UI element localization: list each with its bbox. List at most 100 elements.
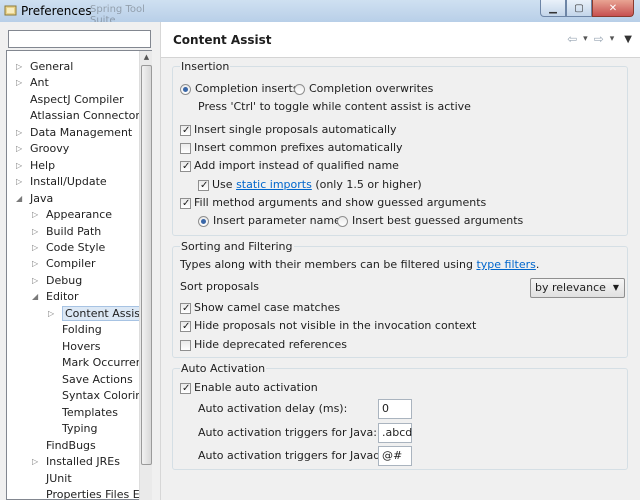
completion-overwrites-radio[interactable]: Completion overwrites	[294, 81, 433, 97]
close-button[interactable]: ✕	[592, 0, 634, 17]
chevron-down-icon: ▼	[612, 283, 619, 292]
insert-single-checkbox[interactable]: Insert single proposals automatically	[180, 122, 397, 139]
tree-scrollbar[interactable]: ▲	[139, 51, 152, 500]
tree-item[interactable]: AspectJ Compiler	[17, 92, 124, 108]
tree-item[interactable]: Folding	[49, 322, 102, 338]
tree-item[interactable]: Properties Files Edi	[32, 487, 150, 499]
minimize-button[interactable]: ▁	[540, 0, 566, 17]
checkbox-checked[interactable]	[180, 196, 191, 212]
expand-arrow-icon[interactable]: ▷	[32, 454, 40, 470]
tree-item[interactable]: Templates	[49, 405, 118, 421]
completion-inserts-radio[interactable]: Completion inserts	[180, 81, 299, 97]
checkbox-checked[interactable]	[180, 381, 191, 397]
maximize-icon: ▢	[574, 2, 584, 14]
scroll-thumb[interactable]	[141, 65, 152, 465]
back-arrow-icon[interactable]: ⇦	[567, 32, 577, 46]
forward-menu-icon[interactable]: ▾	[610, 34, 615, 44]
tree-item[interactable]: ▷ General	[16, 59, 73, 75]
insert-common-checkbox[interactable]: Insert common prefixes automatically	[180, 140, 403, 156]
forward-arrow-icon[interactable]: ⇨	[594, 32, 604, 46]
tree-item[interactable]: ▷ Content Assist	[48, 306, 148, 322]
collapse-arrow-icon[interactable]: ◢	[16, 191, 24, 207]
javadoc-triggers-field[interactable]: @#	[378, 446, 412, 466]
tree-item[interactable]: ▷ Compiler	[32, 256, 96, 272]
tree-item[interactable]: ▷ Help	[16, 158, 56, 174]
checkbox-checked[interactable]	[180, 319, 191, 335]
tree-item[interactable]: FindBugs	[33, 438, 96, 454]
fill-method-checkbox[interactable]: Fill method arguments and show guessed a…	[180, 195, 486, 212]
camel-case-checkbox[interactable]: Show camel case matches	[180, 300, 340, 317]
tree-item-label: Folding	[62, 323, 102, 336]
expand-arrow-icon[interactable]: ▷	[16, 75, 24, 91]
view-menu-icon[interactable]: ▼	[624, 34, 632, 45]
expand-arrow-icon[interactable]: ▷	[48, 306, 56, 322]
expand-arrow-icon[interactable]: ▷	[16, 125, 24, 141]
tree-item[interactable]: Atlassian Connector	[17, 108, 140, 124]
tree-item[interactable]: ▷ Code Style	[32, 240, 105, 256]
tree-item[interactable]: Mark Occurrenc	[49, 355, 149, 371]
tree-item[interactable]: ▷ Ant	[16, 75, 49, 91]
checkbox-unchecked[interactable]	[180, 142, 191, 154]
sorting-title: Sorting and Filtering	[180, 240, 294, 253]
tree-item[interactable]: ▷ Appearance	[32, 207, 113, 223]
checkbox-checked[interactable]	[180, 301, 191, 317]
tree-item-label: Help	[30, 159, 56, 172]
tree-item[interactable]: Syntax Coloring	[49, 388, 149, 404]
tree-item[interactable]: Save Actions	[49, 372, 133, 388]
tree-item[interactable]: ◢ Java	[16, 191, 53, 207]
collapse-arrow-icon[interactable]: ◢	[32, 289, 40, 305]
insert-best-guessed-radio[interactable]: Insert best guessed arguments	[337, 213, 523, 229]
radio-selected[interactable]	[198, 215, 209, 227]
tree-item-label: Ant	[30, 76, 49, 89]
expand-arrow-icon[interactable]: ▷	[16, 141, 24, 157]
tree-item[interactable]: ▷ Installed JREs	[32, 454, 120, 470]
type-filters-link[interactable]: type filters	[476, 257, 535, 273]
insert-param-names-radio[interactable]: Insert parameter names	[198, 213, 347, 229]
tree-item-label: Appearance	[46, 208, 113, 221]
insertion-title: Insertion	[180, 60, 231, 73]
tree-item[interactable]: ▷ Install/Update	[16, 174, 107, 190]
hide-not-visible-checkbox[interactable]: Hide proposals not visible in the invoca…	[180, 318, 476, 335]
expand-arrow-icon[interactable]: ▷	[32, 207, 40, 223]
enable-auto-activation-checkbox[interactable]: Enable auto activation	[180, 380, 318, 397]
expand-arrow-icon[interactable]: ▷	[32, 273, 40, 289]
add-import-checkbox[interactable]: Add import instead of qualified name	[180, 158, 399, 175]
scroll-up-icon[interactable]: ▲	[140, 51, 153, 64]
eclipse-icon	[4, 5, 17, 16]
tree-item[interactable]: Hovers	[49, 339, 101, 355]
checkbox-checked[interactable]	[198, 178, 209, 194]
tree-item[interactable]: Typing	[49, 421, 98, 437]
expand-arrow-icon[interactable]: ▷	[16, 174, 24, 190]
tree-item-label: Save Actions	[62, 373, 133, 386]
hide-deprecated-checkbox[interactable]: Hide deprecated references	[180, 337, 347, 353]
expand-arrow-icon[interactable]: ▷	[32, 224, 40, 240]
radio-unselected[interactable]	[337, 215, 348, 227]
delay-field[interactable]: 0	[378, 399, 412, 419]
sort-proposals-select[interactable]: by relevance ▼	[530, 278, 625, 298]
tree-item[interactable]: ▷ Build Path	[32, 224, 101, 240]
java-triggers-field[interactable]: .abcd	[378, 423, 412, 443]
expand-arrow-icon[interactable]: ▷	[16, 158, 24, 174]
tree-item[interactable]: JUnit	[33, 471, 72, 487]
expand-arrow-icon[interactable]: ▷	[16, 59, 24, 75]
tree-item[interactable]: ◢ Editor	[32, 289, 79, 305]
tree-item[interactable]: ▷ Data Management	[16, 125, 132, 141]
radio-selected[interactable]	[180, 83, 191, 95]
checkbox-unchecked[interactable]	[180, 339, 191, 351]
tree-item[interactable]: ▷ Groovy	[16, 141, 69, 157]
maximize-button[interactable]: ▢	[566, 0, 592, 17]
tree-item[interactable]: ▷ Debug	[32, 273, 82, 289]
checkbox-checked[interactable]	[180, 159, 191, 175]
back-menu-icon[interactable]: ▾	[583, 34, 588, 44]
radio-unselected[interactable]	[294, 83, 305, 95]
filter-input[interactable]	[8, 30, 151, 48]
static-imports-link[interactable]: static imports	[236, 177, 312, 193]
checkbox-checked[interactable]	[180, 123, 191, 139]
static-imports-checkbox[interactable]: Use static imports (only 1.5 or higher)	[198, 177, 422, 194]
expand-arrow-icon[interactable]: ▷	[32, 256, 40, 272]
page-navigation: ⇦ ▾ ⇨ ▾ ▼	[567, 32, 632, 46]
expand-arrow-icon[interactable]: ▷	[32, 240, 40, 256]
